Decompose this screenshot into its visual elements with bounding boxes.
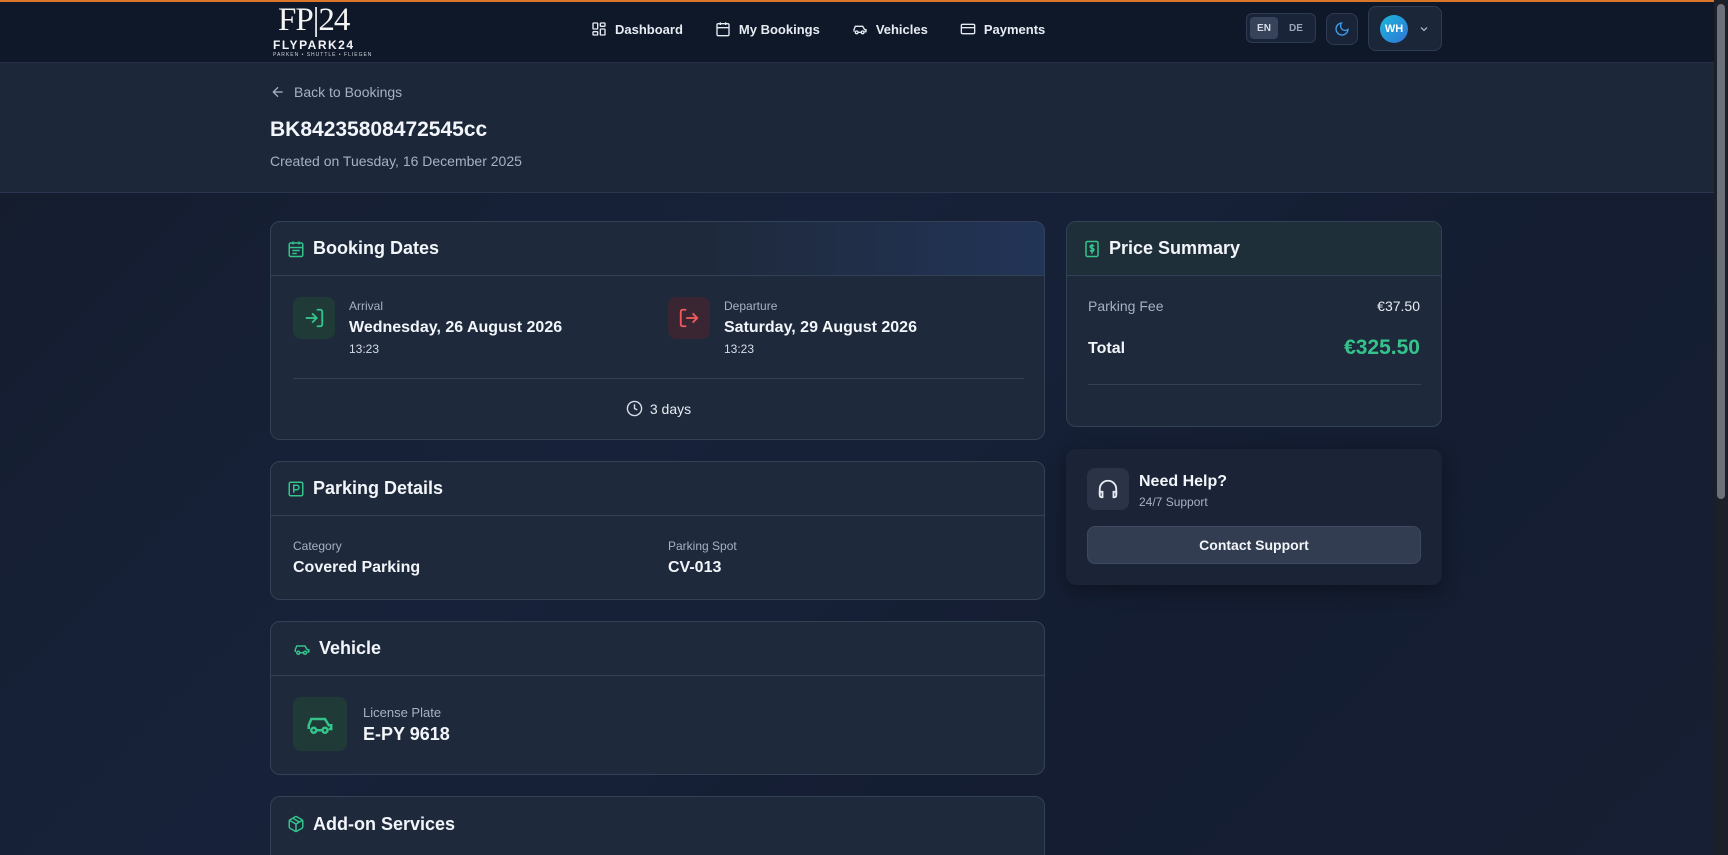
credit-card-icon xyxy=(960,23,976,35)
main-nav: Dashboard My Bookings Vehicles Payments xyxy=(591,19,1045,39)
dollar-icon xyxy=(1085,240,1099,257)
support-icon-box xyxy=(1087,468,1129,510)
arrow-left-icon xyxy=(272,86,283,98)
booking-dates-header: Booking Dates xyxy=(271,222,1044,276)
license-plate-label: License Plate xyxy=(363,705,442,720)
arrival-time: 13:23 xyxy=(349,342,380,356)
scrollbar[interactable] xyxy=(1714,0,1728,855)
vehicle-card: Vehicle License Plate E-PY 9618 xyxy=(270,621,1045,775)
help-card: Need Help? 24/7 Support Contact Support xyxy=(1066,449,1442,585)
parking-spot-value: CV-013 xyxy=(668,559,722,576)
back-label: Back to Bookings xyxy=(294,84,403,100)
departure-date: Saturday, 29 August 2026 xyxy=(724,319,917,336)
nav-dashboard[interactable]: Dashboard xyxy=(591,19,683,39)
arrival-date: Wednesday, 26 August 2026 xyxy=(349,319,563,336)
divider xyxy=(293,378,1024,379)
nav-my-bookings[interactable]: My Bookings xyxy=(715,19,820,39)
vehicle-icon-box xyxy=(293,697,347,751)
help-subtitle: 24/7 Support xyxy=(1139,495,1208,509)
lang-de-button[interactable]: DE xyxy=(1282,17,1310,39)
scrollbar-thumb[interactable] xyxy=(1717,4,1725,499)
user-menu-button[interactable]: WH xyxy=(1368,6,1442,51)
car-icon xyxy=(294,644,310,655)
lang-en-button[interactable]: EN xyxy=(1250,17,1278,39)
license-plate-value: E-PY 9618 xyxy=(363,724,450,744)
parking-fee-label: Parking Fee xyxy=(1088,298,1164,314)
parking-details-card: Parking Details Category Covered Parking… xyxy=(270,461,1045,600)
duration-label: 3 days xyxy=(649,400,692,417)
package-icon xyxy=(288,815,304,833)
total-label: Total xyxy=(1088,340,1126,357)
nav-my-bookings-label: My Bookings xyxy=(738,21,820,37)
nav-vehicles-label: Vehicles xyxy=(875,21,928,37)
duration: 3 days xyxy=(271,400,1044,417)
parking-fee-value: €37.50 xyxy=(1377,298,1420,314)
vehicle-header: Vehicle xyxy=(271,622,1044,676)
arrival-label: Arrival xyxy=(349,299,384,313)
departure-icon-box xyxy=(668,297,710,339)
theme-toggle-button[interactable] xyxy=(1326,13,1358,45)
car-icon xyxy=(853,25,867,35)
total-value: €325.50 xyxy=(1344,336,1420,359)
departure-label: Departure xyxy=(724,299,778,313)
booking-header: Back to Bookings BK84235808472545cc Crea… xyxy=(0,63,1714,193)
addon-services-card: Add-on Services xyxy=(270,796,1045,855)
divider xyxy=(1088,384,1421,385)
sign-out-icon xyxy=(679,308,699,328)
calendar-icon xyxy=(288,241,304,257)
addon-services-title: Add-on Services xyxy=(313,813,456,834)
logo-tagline: PARKEN • SHUTTLE • FLIEGEN xyxy=(273,52,373,58)
top-navbar: FP|24 FLYPARK24 PARKEN • SHUTTLE • FLIEG… xyxy=(0,2,1714,63)
dashboard-icon xyxy=(592,22,606,36)
headphones-icon xyxy=(1098,479,1118,499)
nav-payments-label: Payments xyxy=(983,21,1046,37)
logo-mark: FP|24 xyxy=(278,2,350,38)
booking-dates-card: Booking Dates Arrival Wednesday, 26 Augu… xyxy=(270,221,1045,440)
chevron-down-icon xyxy=(1420,26,1428,31)
page-title: BK84235808472545cc xyxy=(270,118,488,141)
price-summary-card: Price Summary Parking Fee €37.50 Total €… xyxy=(1066,221,1442,427)
booking-dates-title: Booking Dates xyxy=(313,238,440,258)
sign-in-icon xyxy=(305,308,324,328)
flypark24-logo[interactable]: FP|24 FLYPARK24 PARKEN • SHUTTLE • FLIEG… xyxy=(270,2,374,60)
parking-icon xyxy=(288,481,304,496)
car-icon xyxy=(307,717,333,734)
moon-icon xyxy=(1335,22,1349,36)
nav-vehicles[interactable]: Vehicles xyxy=(852,19,928,39)
price-summary-header: Price Summary xyxy=(1067,222,1441,276)
help-title: Need Help? xyxy=(1139,473,1228,490)
nav-payments[interactable]: Payments xyxy=(960,19,1045,39)
addon-services-header: Add-on Services xyxy=(271,797,1044,851)
departure-time: 13:23 xyxy=(724,342,755,356)
parking-details-header: Parking Details xyxy=(271,462,1044,516)
price-summary-title: Price Summary xyxy=(1109,238,1241,258)
vehicle-title: Vehicle xyxy=(319,638,382,658)
parking-details-title: Parking Details xyxy=(313,478,444,498)
arrival-icon-box xyxy=(293,297,335,339)
parking-spot-label: Parking Spot xyxy=(668,539,737,553)
category-value: Covered Parking xyxy=(293,559,421,576)
avatar: WH xyxy=(1380,14,1408,43)
language-switcher: EN DE xyxy=(1246,13,1316,43)
contact-support-button[interactable]: Contact Support xyxy=(1087,526,1421,564)
calendar-icon xyxy=(716,22,730,37)
created-date: Created on Tuesday, 16 December 2025 xyxy=(270,153,522,169)
category-label: Category xyxy=(293,539,342,553)
back-to-bookings-link[interactable]: Back to Bookings xyxy=(270,84,402,100)
nav-dashboard-label: Dashboard xyxy=(615,21,683,37)
logo-brand: FLYPARK24 xyxy=(273,38,355,52)
clock-icon xyxy=(626,400,643,417)
